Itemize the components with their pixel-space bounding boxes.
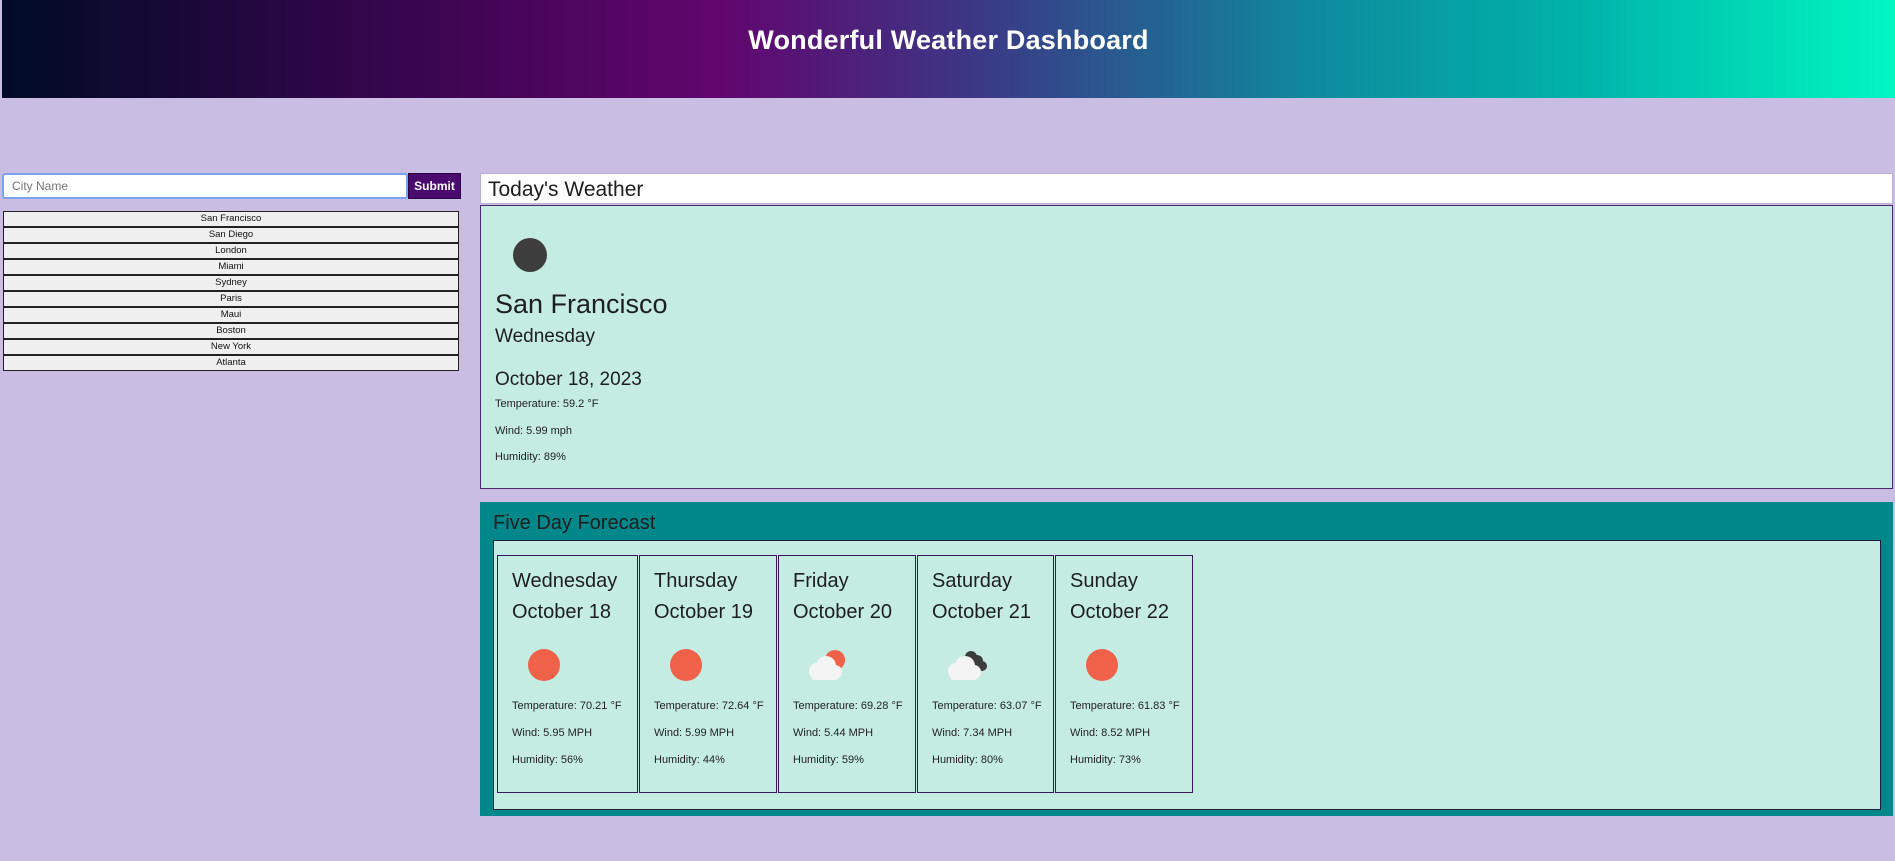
forecast-card-container: Wednesday October 18 Temperature: 70.21 … (493, 540, 1881, 810)
forecast-temperature: Temperature: 70.21 °F (512, 700, 622, 712)
current-date: October 18, 2023 (495, 369, 642, 390)
moon-icon (513, 238, 547, 272)
today-title-bar: Today's Weather (480, 173, 1893, 204)
history-city-button[interactable]: Boston (3, 323, 459, 339)
forecast-wind: Wind: 5.44 MPH (793, 727, 874, 739)
history-city-button[interactable]: Paris (3, 291, 459, 307)
forecast-title: Five Day Forecast (493, 512, 656, 534)
cloudy-icon (944, 647, 988, 681)
today-weather-card: San Francisco Wednesday October 18, 2023… (480, 205, 1893, 489)
forecast-weekday: Sunday (1070, 570, 1138, 592)
forecast-weekday: Friday (793, 570, 849, 592)
forecast-temperature: Temperature: 72.64 °F (654, 700, 764, 712)
forecast-humidity: Humidity: 44% (654, 754, 725, 766)
forecast-wind: Wind: 5.95 MPH (512, 727, 593, 739)
sun-icon (524, 647, 568, 681)
current-humidity: Humidity: 89% (495, 451, 566, 463)
history-city-button[interactable]: Atlanta (3, 355, 459, 371)
city-search-input[interactable] (2, 173, 408, 199)
forecast-date: October 21 (932, 601, 1031, 623)
current-weekday: Wednesday (495, 326, 595, 347)
history-city-button[interactable]: San Diego (3, 227, 459, 243)
search-history-list: San Francisco San Diego London Miami Syd… (3, 211, 459, 371)
today-title: Today's Weather (488, 178, 644, 201)
forecast-day-card: Wednesday October 18 Temperature: 70.21 … (497, 555, 638, 793)
history-city-button[interactable]: San Francisco (3, 211, 459, 227)
forecast-weekday: Thursday (654, 570, 738, 592)
forecast-weekday: Wednesday (512, 570, 618, 592)
forecast-wind: Wind: 5.99 MPH (654, 727, 735, 739)
forecast-wind: Wind: 7.34 MPH (932, 727, 1013, 739)
forecast-wind: Wind: 8.52 MPH (1070, 727, 1151, 739)
page-title: Wonderful Weather Dashboard (748, 24, 1149, 55)
history-city-button[interactable]: London (3, 243, 459, 259)
forecast-day-card: Sunday October 22 Temperature: 61.83 °F … (1055, 555, 1193, 793)
forecast-date: October 22 (1070, 601, 1169, 623)
current-wind: Wind: 5.99 mph (495, 425, 573, 437)
submit-button[interactable]: Submit (408, 173, 461, 199)
forecast-humidity: Humidity: 73% (1070, 754, 1141, 766)
current-temperature: Temperature: 59.2 °F (495, 398, 599, 410)
forecast-temperature: Temperature: 61.83 °F (1070, 700, 1180, 712)
forecast-section: Five Day Forecast Wednesday October 18 T… (480, 502, 1893, 816)
history-city-button[interactable]: Maui (3, 307, 459, 323)
forecast-weekday: Saturday (932, 570, 1013, 592)
sun-icon (1082, 647, 1126, 681)
forecast-day-card: Thursday October 19 Temperature: 72.64 °… (639, 555, 777, 793)
current-city-name: San Francisco (495, 289, 668, 319)
forecast-day-card: Saturday October 21 Temperature: 63.07 °… (917, 555, 1054, 793)
forecast-temperature: Temperature: 63.07 °F (932, 700, 1042, 712)
forecast-humidity: Humidity: 80% (932, 754, 1003, 766)
forecast-humidity: Humidity: 59% (793, 754, 864, 766)
forecast-date: October 18 (512, 601, 611, 623)
forecast-date: October 19 (654, 601, 753, 623)
sun-icon (666, 647, 710, 681)
forecast-humidity: Humidity: 56% (512, 754, 583, 766)
partly-cloudy-icon (805, 647, 849, 681)
app-header: Wonderful Weather Dashboard (2, 0, 1895, 98)
forecast-day-card: Friday October 20 Temperature: 69.28 °F … (778, 555, 916, 793)
history-city-button[interactable]: Sydney (3, 275, 459, 291)
forecast-temperature: Temperature: 69.28 °F (793, 700, 903, 712)
forecast-date: October 20 (793, 601, 892, 623)
history-city-button[interactable]: Miami (3, 259, 459, 275)
history-city-button[interactable]: New York (3, 339, 459, 355)
search-form: Submit (2, 173, 461, 199)
